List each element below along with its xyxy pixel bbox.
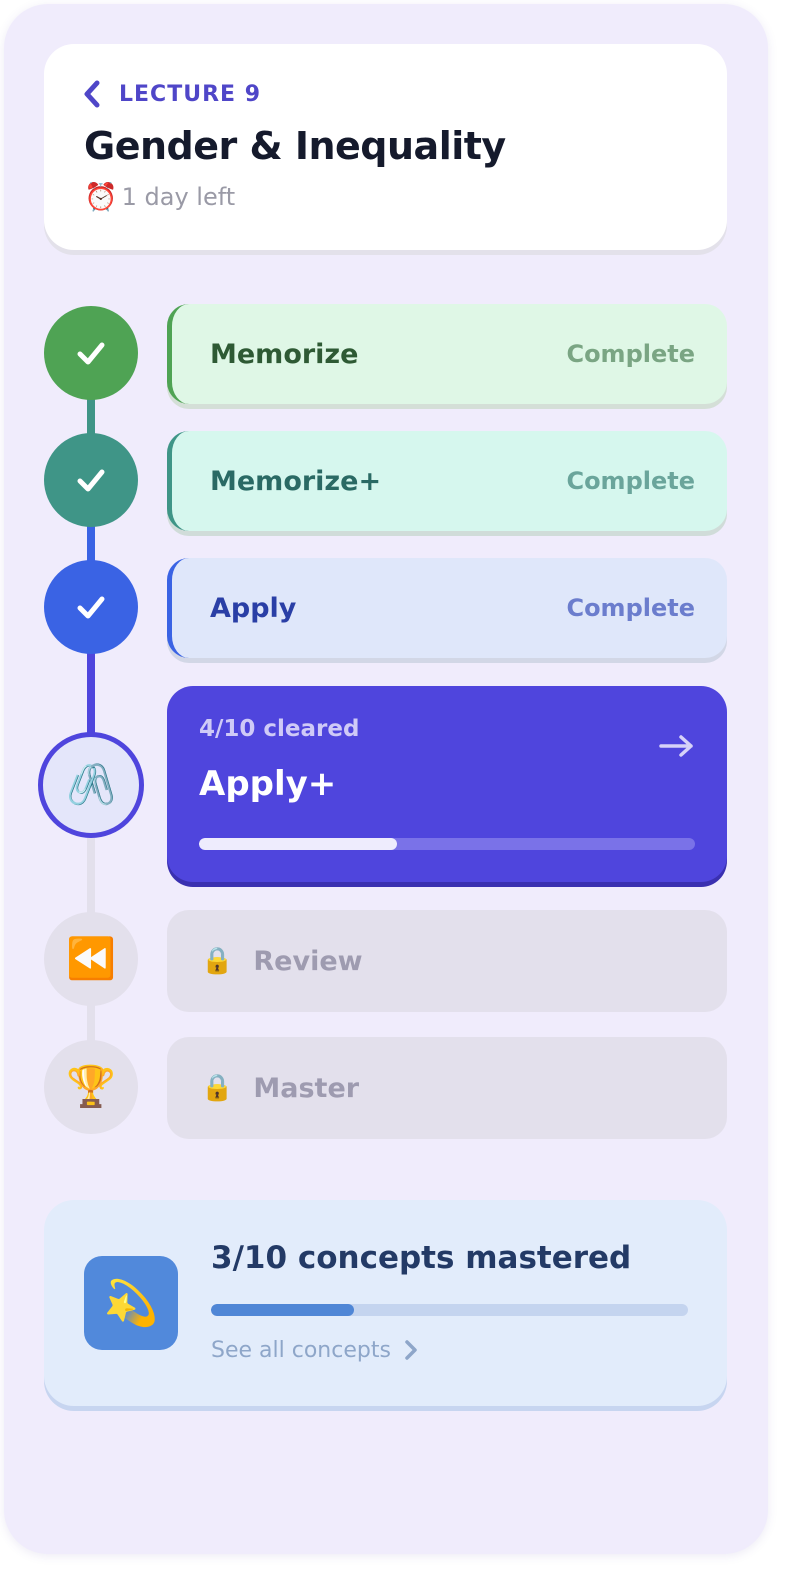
cleared-count: 4/10 cleared bbox=[199, 716, 360, 742]
deadline-text: 1 day left bbox=[121, 183, 236, 211]
checkmark-icon bbox=[77, 596, 105, 619]
step-node-apply bbox=[44, 560, 138, 654]
step-card-review: 🔒 Review bbox=[167, 910, 727, 1012]
step-card-memorize-plus[interactable]: Memorize+ Complete bbox=[167, 431, 727, 531]
step-card-memorize[interactable]: Memorize Complete bbox=[167, 304, 727, 404]
see-all-label: See all concepts bbox=[211, 1337, 391, 1363]
step-card-master: 🔒 Master bbox=[167, 1037, 727, 1139]
step-name: Apply bbox=[210, 592, 297, 624]
chevron-left-icon bbox=[82, 80, 102, 108]
paperclips-icon: 🖇️ bbox=[66, 762, 116, 808]
step-node-apply-plus: 🖇️ bbox=[38, 732, 144, 838]
step-card-apply-plus[interactable]: 4/10 cleared Apply+ bbox=[167, 686, 727, 882]
trophy-icon: 🏆 bbox=[66, 1064, 116, 1110]
step-name: Apply+ bbox=[199, 764, 337, 804]
step-progress-bar bbox=[199, 838, 695, 850]
timeline-connector bbox=[87, 398, 95, 438]
step-name: Memorize bbox=[210, 338, 359, 370]
timeline-connector bbox=[87, 1004, 95, 1044]
step-card-apply[interactable]: Apply Complete bbox=[167, 558, 727, 658]
rewind-icon: ⏪ bbox=[66, 936, 116, 982]
step-node-memorize-plus bbox=[44, 433, 138, 527]
step-name: Memorize+ bbox=[210, 465, 382, 497]
step-name: Master bbox=[253, 1072, 360, 1104]
dizzy-star-icon: 💫 bbox=[84, 1256, 178, 1350]
lock-icon: 🔒 bbox=[201, 1073, 234, 1103]
lecture-label: LECTURE 9 bbox=[119, 81, 261, 107]
arrow-right-icon bbox=[659, 735, 693, 757]
alarm-clock-icon: ⏰ bbox=[84, 182, 118, 213]
timeline-connector bbox=[87, 525, 95, 565]
chevron-right-icon bbox=[405, 1340, 417, 1360]
concepts-mastered-title: 3/10 concepts mastered bbox=[211, 1240, 632, 1276]
step-node-master: 🏆 bbox=[44, 1040, 138, 1134]
concepts-progress-bar bbox=[211, 1304, 688, 1316]
concepts-card[interactable]: 💫 3/10 concepts mastered See all concept… bbox=[44, 1200, 727, 1406]
lock-icon: 🔒 bbox=[201, 946, 234, 976]
step-progress-fill bbox=[199, 838, 398, 850]
page-title: Gender & Inequality bbox=[84, 124, 506, 168]
timeline-connector bbox=[87, 836, 95, 916]
checkmark-icon bbox=[77, 469, 105, 492]
step-status: Complete bbox=[566, 340, 695, 368]
checkmark-icon bbox=[77, 342, 105, 365]
step-status: Complete bbox=[566, 594, 695, 622]
step-node-memorize bbox=[44, 306, 138, 400]
step-name: Review bbox=[253, 945, 363, 977]
concepts-progress-fill bbox=[211, 1304, 355, 1316]
see-all-concepts-link[interactable]: See all concepts bbox=[211, 1334, 417, 1366]
back-button[interactable]: LECTURE 9 bbox=[82, 80, 261, 108]
deadline: ⏰ 1 day left bbox=[84, 180, 235, 214]
step-status: Complete bbox=[566, 467, 695, 495]
timeline-connector bbox=[87, 652, 95, 734]
step-node-review: ⏪ bbox=[44, 912, 138, 1006]
